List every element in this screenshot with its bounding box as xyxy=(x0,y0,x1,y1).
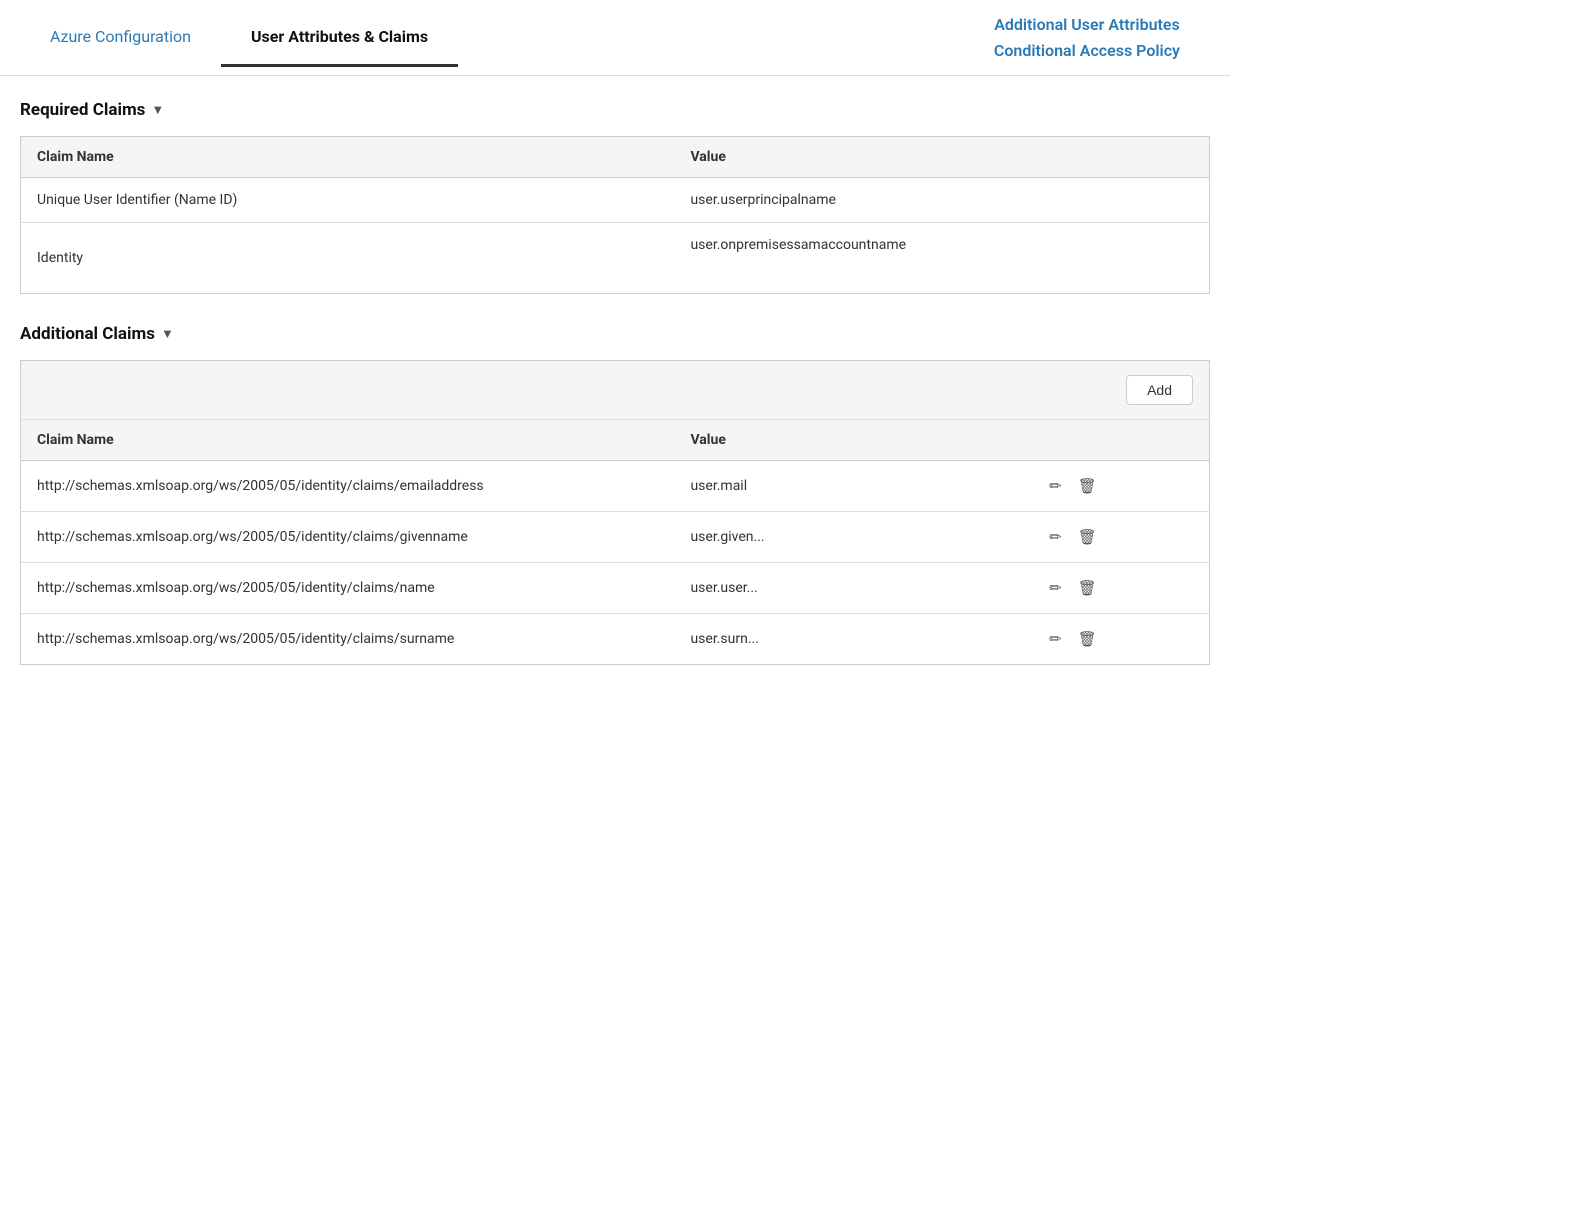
claim-actions xyxy=(1031,223,1209,294)
required-claims-col-name: Claim Name xyxy=(21,137,675,178)
claim-name: http://schemas.xmlsoap.org/ws/2005/05/id… xyxy=(21,461,675,512)
additional-claims-label: Additional Claims xyxy=(20,324,155,344)
tab-azure-configuration[interactable]: Azure Configuration xyxy=(20,9,221,67)
additional-claims-header: Additional Claims ▼ xyxy=(20,324,1210,344)
additional-claims-col-name: Claim Name xyxy=(21,420,675,461)
nav-right-group: Additional User Attributes Conditional A… xyxy=(964,0,1210,75)
add-button-row: Add xyxy=(21,361,1210,420)
claim-actions xyxy=(1031,178,1209,223)
required-claims-col-value: Value xyxy=(674,137,1031,178)
table-row: Unique User Identifier (Name ID) user.us… xyxy=(21,178,1210,223)
claim-name: http://schemas.xmlsoap.org/ws/2005/05/id… xyxy=(21,614,675,665)
claim-actions: ✏ 🗑 xyxy=(1031,512,1209,563)
required-claims-table: Claim Name Value Unique User Identifier … xyxy=(20,136,1210,294)
claim-value: user.userprincipalname xyxy=(674,178,1031,223)
claim-name: Unique User Identifier (Name ID) xyxy=(21,178,675,223)
delete-claim-button[interactable]: 🗑 xyxy=(1076,526,1099,548)
required-claims-col-actions xyxy=(1031,137,1209,178)
add-claim-button[interactable]: Add xyxy=(1126,375,1193,405)
edit-claim-button[interactable]: ✏ xyxy=(1047,628,1064,650)
required-claims-header: Required Claims ▼ xyxy=(20,100,1210,120)
edit-claim-button[interactable]: ✏ xyxy=(1047,475,1064,497)
table-row: http://schemas.xmlsoap.org/ws/2005/05/id… xyxy=(21,563,1210,614)
claim-name: http://schemas.xmlsoap.org/ws/2005/05/id… xyxy=(21,563,675,614)
claim-actions: ✏ 🗑 xyxy=(1031,614,1209,665)
claim-value: user.user... xyxy=(674,563,1031,614)
additional-claims-col-actions xyxy=(1031,420,1209,461)
claim-name: Identity xyxy=(21,223,675,294)
claim-actions: ✏ 🗑 xyxy=(1031,563,1209,614)
edit-claim-button[interactable]: ✏ xyxy=(1047,526,1064,548)
delete-claim-button[interactable]: 🗑 xyxy=(1076,577,1099,599)
link-additional-user-attributes[interactable]: Additional User Attributes xyxy=(994,12,1180,38)
claim-value: user.mail xyxy=(674,461,1031,512)
claim-actions: ✏ 🗑 xyxy=(1031,461,1209,512)
delete-claim-button[interactable]: 🗑 xyxy=(1076,628,1099,650)
tab-user-attributes-claims[interactable]: User Attributes & Claims xyxy=(221,9,458,67)
required-claims-chevron[interactable]: ▼ xyxy=(151,102,164,118)
table-row: http://schemas.xmlsoap.org/ws/2005/05/id… xyxy=(21,461,1210,512)
link-conditional-access-policy[interactable]: Conditional Access Policy xyxy=(994,38,1180,64)
edit-claim-button[interactable]: ✏ xyxy=(1047,577,1064,599)
main-content: Required Claims ▼ Claim Name Value Uniqu… xyxy=(0,76,1230,719)
required-claims-label: Required Claims xyxy=(20,100,145,120)
table-row: Identity user.onpremisessamaccountname xyxy=(21,223,1210,294)
additional-claims-col-value: Value xyxy=(674,420,1031,461)
additional-claims-table: Add Claim Name Value http://schemas.xmls… xyxy=(20,360,1210,665)
table-row: http://schemas.xmlsoap.org/ws/2005/05/id… xyxy=(21,512,1210,563)
table-row: http://schemas.xmlsoap.org/ws/2005/05/id… xyxy=(21,614,1210,665)
nav-tabs: Azure Configuration User Attributes & Cl… xyxy=(0,0,1230,76)
claim-name: http://schemas.xmlsoap.org/ws/2005/05/id… xyxy=(21,512,675,563)
additional-claims-chevron[interactable]: ▼ xyxy=(161,326,174,342)
claim-value: user.given... xyxy=(674,512,1031,563)
delete-claim-button[interactable]: 🗑 xyxy=(1076,475,1099,497)
claim-value: user.surn... xyxy=(674,614,1031,665)
claim-value: user.onpremisessamaccountname xyxy=(674,223,1031,294)
